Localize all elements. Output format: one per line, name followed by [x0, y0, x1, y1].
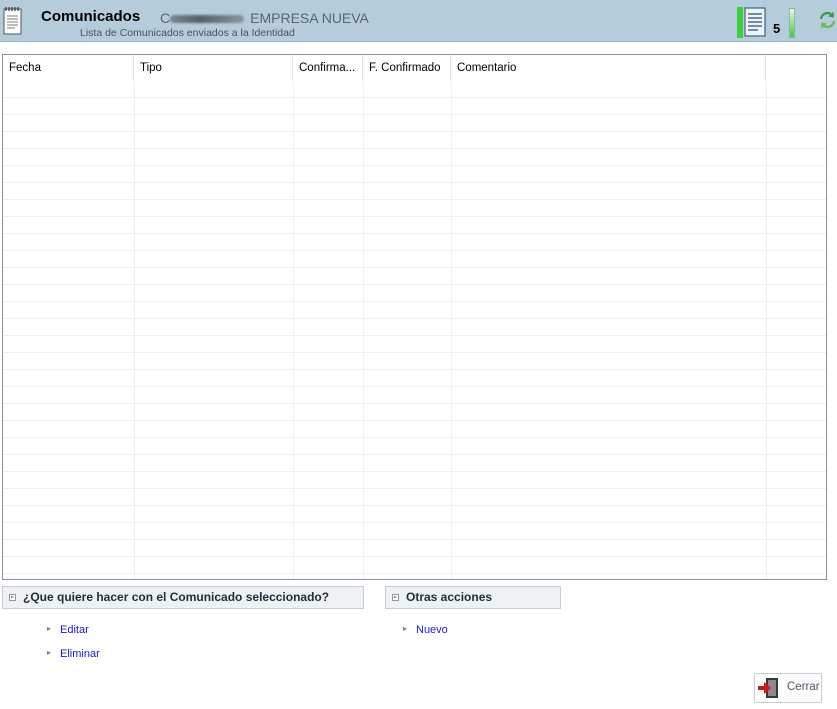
- exit-door-icon: [758, 678, 778, 698]
- refresh-icon[interactable]: [818, 10, 837, 30]
- edit-link[interactable]: Editar: [60, 624, 89, 636]
- column-header-f-confirmado[interactable]: F. Confirmado: [363, 55, 451, 81]
- column-header-confirma[interactable]: Confirma...: [293, 55, 363, 81]
- other-actions-header: Otras acciones: [385, 586, 561, 609]
- entity-prefix: C: [160, 10, 171, 26]
- column-header-fecha[interactable]: Fecha: [3, 55, 134, 81]
- close-button-label: Cerrar: [787, 681, 820, 693]
- redacted-id: [170, 15, 245, 24]
- entity-label: EMPRESA NUEVA: [250, 10, 369, 26]
- document-icon: [3, 7, 22, 35]
- new-link[interactable]: Nuevo: [416, 624, 448, 636]
- counter-value: 5: [773, 21, 781, 36]
- close-button[interactable]: Cerrar: [754, 673, 822, 703]
- column-divider: [293, 81, 294, 579]
- other-actions-title: Otras acciones: [406, 590, 493, 604]
- page-subtitle: Lista de Comunicados enviados a la Ident…: [80, 27, 295, 39]
- column-divider: [363, 81, 364, 579]
- table-header: Fecha Tipo Confirma... F. Confirmado Com…: [3, 55, 826, 81]
- arrow-icon: ▸: [403, 624, 408, 633]
- selected-actions-title: ¿Que quiere hacer con el Comunicado sele…: [23, 590, 330, 604]
- column-divider: [766, 81, 767, 579]
- column-divider: [451, 81, 452, 579]
- collapse-icon[interactable]: [9, 594, 16, 601]
- column-divider: [134, 81, 135, 579]
- page-title: Comunicados: [41, 8, 141, 25]
- arrow-icon: ▸: [47, 624, 52, 633]
- header-bar: Comunicados C EMPRESA NUEVA Lista de Comu…: [0, 0, 837, 42]
- column-header-comentario[interactable]: Comentario: [451, 55, 766, 81]
- arrow-icon: ▸: [47, 648, 52, 657]
- table-body[interactable]: [3, 81, 826, 579]
- collapse-icon[interactable]: [392, 594, 399, 601]
- entity-name: C EMPRESA NUEVA: [160, 10, 369, 26]
- delete-link[interactable]: Eliminar: [60, 648, 100, 660]
- selected-actions-header: ¿Que quiere hacer con el Comunicado sele…: [2, 586, 364, 609]
- column-header-tipo[interactable]: Tipo: [134, 55, 293, 81]
- comunicados-table[interactable]: Fecha Tipo Confirma... F. Confirmado Com…: [2, 54, 827, 580]
- list-document-icon[interactable]: [743, 6, 769, 38]
- level-indicator: [789, 8, 795, 38]
